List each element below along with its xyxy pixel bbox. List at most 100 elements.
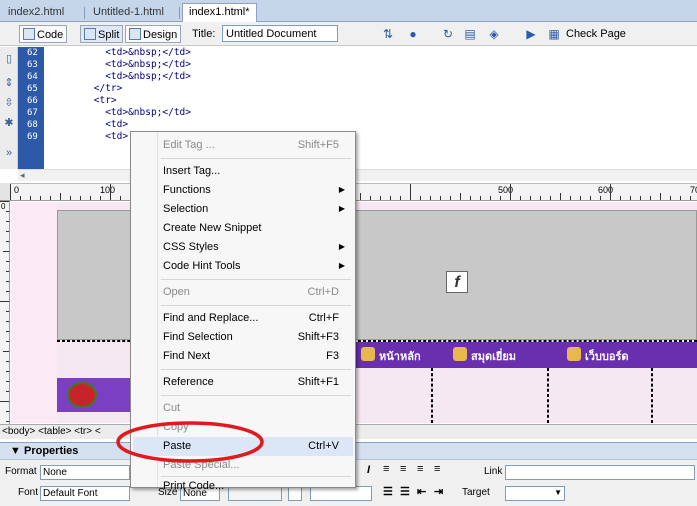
target-select[interactable]: ▼ [505,486,565,501]
ruler-tick [110,184,111,200]
more-tools-icon[interactable]: » [3,147,15,159]
menu-item-find-and-replace[interactable]: Find and Replace... Ctrl+F [133,309,353,328]
submenu-arrow-icon: ▶ [338,261,345,270]
code-horizontal-scrollbar[interactable]: ◂ [18,169,697,181]
code-line[interactable]: <td>&nbsp;</td> [48,72,191,82]
menu-item-label: Find Next [163,350,211,362]
menu-item-open: Open Ctrl+D [133,283,353,302]
nav-item-guestbook[interactable]: สมุดเยี่ยม [453,347,516,363]
menu-item-label: Find and Replace... [163,312,259,324]
tab-index2[interactable]: index2.html [2,4,70,22]
line-number: 69 [27,132,38,142]
check-page-icon[interactable]: ▦ [546,27,562,41]
menu-item-selection[interactable]: Selection ▶ [133,200,353,219]
tab-index1[interactable]: index1.html* [182,3,257,23]
home-icon [361,347,375,361]
dropdown-arrow-icon: ▼ [554,488,562,497]
ruler-tick [6,241,9,242]
view-options-icon[interactable]: ▤ [462,27,478,41]
code-line[interactable]: <td>&nbsp;</td> [48,108,191,118]
ruler-tick [680,196,681,200]
menu-item-functions[interactable]: Functions ▶ [133,181,353,200]
align-left-icon[interactable]: ≡ [383,463,389,475]
font-select[interactable]: Default Font [40,486,130,501]
unordered-list-icon[interactable]: ☰ [383,485,393,498]
code-line[interactable]: <td> [48,120,128,130]
ruler-tick [630,196,631,200]
collapse-selection-icon[interactable]: ⇳ [3,97,15,109]
ruler-tick [530,196,531,200]
collapse-arrow-icon[interactable]: ▼ [10,445,21,457]
ruler-tick [20,196,21,200]
align-justify-icon[interactable]: ≡ [434,463,440,475]
design-view-button[interactable]: Design [125,25,182,43]
menu-item-print-code[interactable]: Print Code... [133,477,353,496]
format-select[interactable]: None [40,465,130,480]
ordered-list-icon[interactable]: ☰ [400,485,410,498]
visual-aids-icon[interactable]: ◈ [486,27,502,41]
refresh-icon[interactable]: ↻ [440,27,456,41]
ruler-tick [30,196,31,200]
link-input[interactable] [505,465,695,480]
ruler-tick [640,196,641,200]
preview-browser-icon[interactable]: ● [405,27,421,41]
ruler-tick [540,196,541,200]
code-view-button[interactable]: Code [19,25,68,43]
collapse-tag-icon[interactable]: ⇕ [3,77,15,89]
font-label: Font [18,487,39,498]
split-view-button[interactable]: Split [80,25,124,43]
ruler-tick [6,211,9,212]
ruler-label: 700 [690,185,697,195]
ruler-tick [670,196,671,200]
split-view-icon [84,28,96,40]
design-view-label: Design [143,29,178,41]
code-line[interactable]: </tr> [48,84,123,94]
ruler-tick [6,311,9,312]
background-pattern [11,202,57,423]
code-line[interactable]: <tr> [48,96,117,106]
file-management-icon[interactable]: ⇅ [380,27,396,41]
code-line[interactable]: <td>&nbsp;</td> [48,60,191,70]
ruler-tick [460,193,461,200]
expand-all-icon[interactable]: ✱ [3,117,15,129]
nav-item-label: เว็บบอร์ด [585,351,629,363]
document-title-input[interactable] [222,25,338,42]
check-page-label[interactable]: Check Page [566,28,626,40]
tag-selector[interactable]: <body> <table> <tr> < [2,426,101,437]
nav-item-home[interactable]: หน้าหลัก [361,347,421,363]
align-center-icon[interactable]: ≡ [400,463,406,475]
code-line[interactable]: <td> [48,132,128,142]
align-right-icon[interactable]: ≡ [417,463,423,475]
menu-item-shortcut: Ctrl+D [307,286,339,298]
outdent-icon[interactable]: ⇤ [417,485,426,498]
menu-item-label: Edit Tag ... [163,139,215,151]
menu-item-create-new-snippet[interactable]: Create New Snippet [133,219,353,238]
ruler-tick [3,251,9,252]
italic-button[interactable]: I [367,464,370,476]
code-line[interactable]: <td>&nbsp;</td> [48,48,191,58]
ruler-tick [370,196,371,200]
line-number: 67 [27,108,38,118]
ruler-tick [3,351,9,352]
format-label: Format [5,466,37,477]
menu-item-css-styles[interactable]: CSS Styles ▶ [133,238,353,257]
validate-markup-icon[interactable]: ▶ [523,27,539,41]
menu-item-label: Code Hint Tools [163,260,241,272]
ruler-tick [420,196,421,200]
scroll-left-icon[interactable]: ◂ [20,170,25,181]
menu-item-find-next[interactable]: Find Next F3 [133,347,353,366]
open-documents-icon[interactable]: ▯ [3,53,15,65]
ruler-tick [120,196,121,200]
menu-item-insert-tag[interactable]: Insert Tag... [133,162,353,181]
ruler-tick [6,371,9,372]
nav-item-webboard[interactable]: เว็บบอร์ด [567,347,629,363]
indent-icon[interactable]: ⇥ [434,485,443,498]
menu-item-find-selection[interactable]: Find Selection Shift+F3 [133,328,353,347]
menu-item-reference[interactable]: Reference Shift+F1 [133,373,353,392]
ruler-tick [6,221,9,222]
menu-item-label: Cut [163,402,181,414]
menu-item-label: Reference [163,376,214,388]
menu-item-code-hint-tools[interactable]: Code Hint Tools ▶ [133,257,353,276]
tab-separator [179,7,180,19]
tab-untitled-1[interactable]: Untitled-1.html [87,4,170,22]
